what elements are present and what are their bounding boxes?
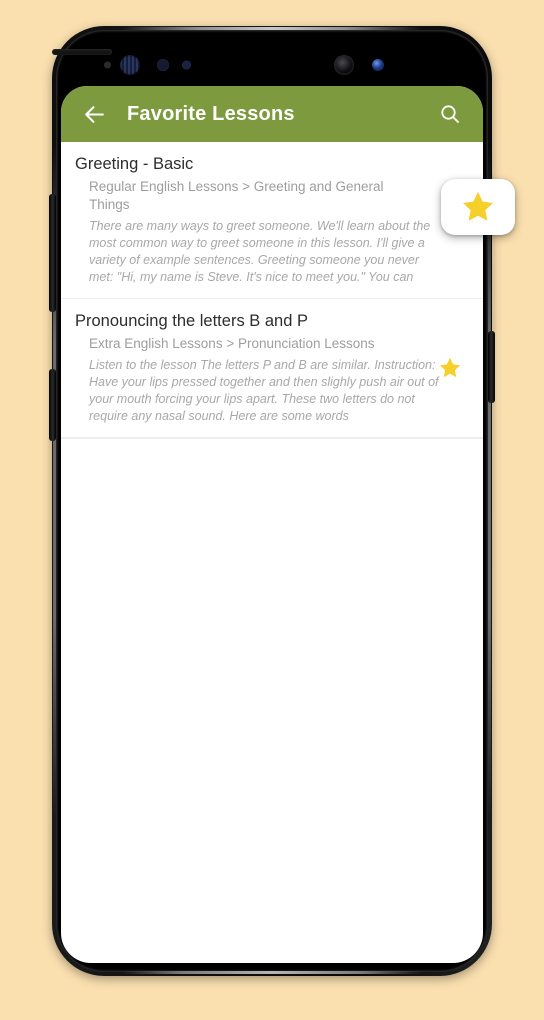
front-camera-icon <box>334 55 354 75</box>
frame-rim-highlight-right <box>488 146 491 816</box>
favorite-star-highlight-card[interactable] <box>441 179 515 235</box>
search-icon <box>441 105 459 123</box>
iris-scanner-icon <box>120 55 140 75</box>
phone-screen: Favorite Lessons Greeting - Basic Regula… <box>61 86 483 963</box>
lesson-breadcrumb: Extra English Lessons > Pronunciation Le… <box>89 336 375 351</box>
light-sensor-a-icon <box>157 59 169 71</box>
status-led-icon <box>372 59 384 71</box>
sensor-cluster <box>52 49 492 78</box>
lesson-description: Listen to the lesson The letters P and B… <box>89 358 439 423</box>
phone-device-frame: Favorite Lessons Greeting - Basic Regula… <box>49 26 495 976</box>
proximity-sensor-icon <box>104 61 111 69</box>
favorite-star-button[interactable] <box>435 353 465 383</box>
star-filled-icon <box>463 191 493 221</box>
list-item[interactable]: Greeting - Basic Regular English Lessons… <box>61 142 483 299</box>
search-button[interactable] <box>431 95 469 133</box>
light-sensor-b-icon <box>182 60 191 70</box>
frame-rim-highlight-bottom <box>122 971 422 974</box>
lesson-title: Pronouncing the letters B and P <box>75 312 308 330</box>
favorite-lessons-list: Greeting - Basic Regular English Lessons… <box>61 142 483 439</box>
lesson-breadcrumb: Regular English Lessons > Greeting and G… <box>89 179 384 212</box>
frame-rim-highlight-top <box>122 27 422 30</box>
list-item[interactable]: Pronouncing the letters B and P Extra En… <box>61 299 483 438</box>
lesson-description: There are many ways to greet someone. We… <box>89 219 431 284</box>
earpiece-speaker-grille <box>52 49 112 55</box>
bixby-button[interactable] <box>49 369 56 441</box>
power-button[interactable] <box>488 331 495 403</box>
back-button[interactable] <box>75 95 113 133</box>
list-bottom-divider <box>61 438 483 439</box>
arrow-left-icon <box>84 105 104 123</box>
lesson-title: Greeting - Basic <box>75 155 194 173</box>
app-bar: Favorite Lessons <box>61 86 483 142</box>
star-filled-icon <box>440 357 460 378</box>
volume-rocker-button[interactable] <box>49 194 56 312</box>
page-title: Favorite Lessons <box>127 102 295 125</box>
